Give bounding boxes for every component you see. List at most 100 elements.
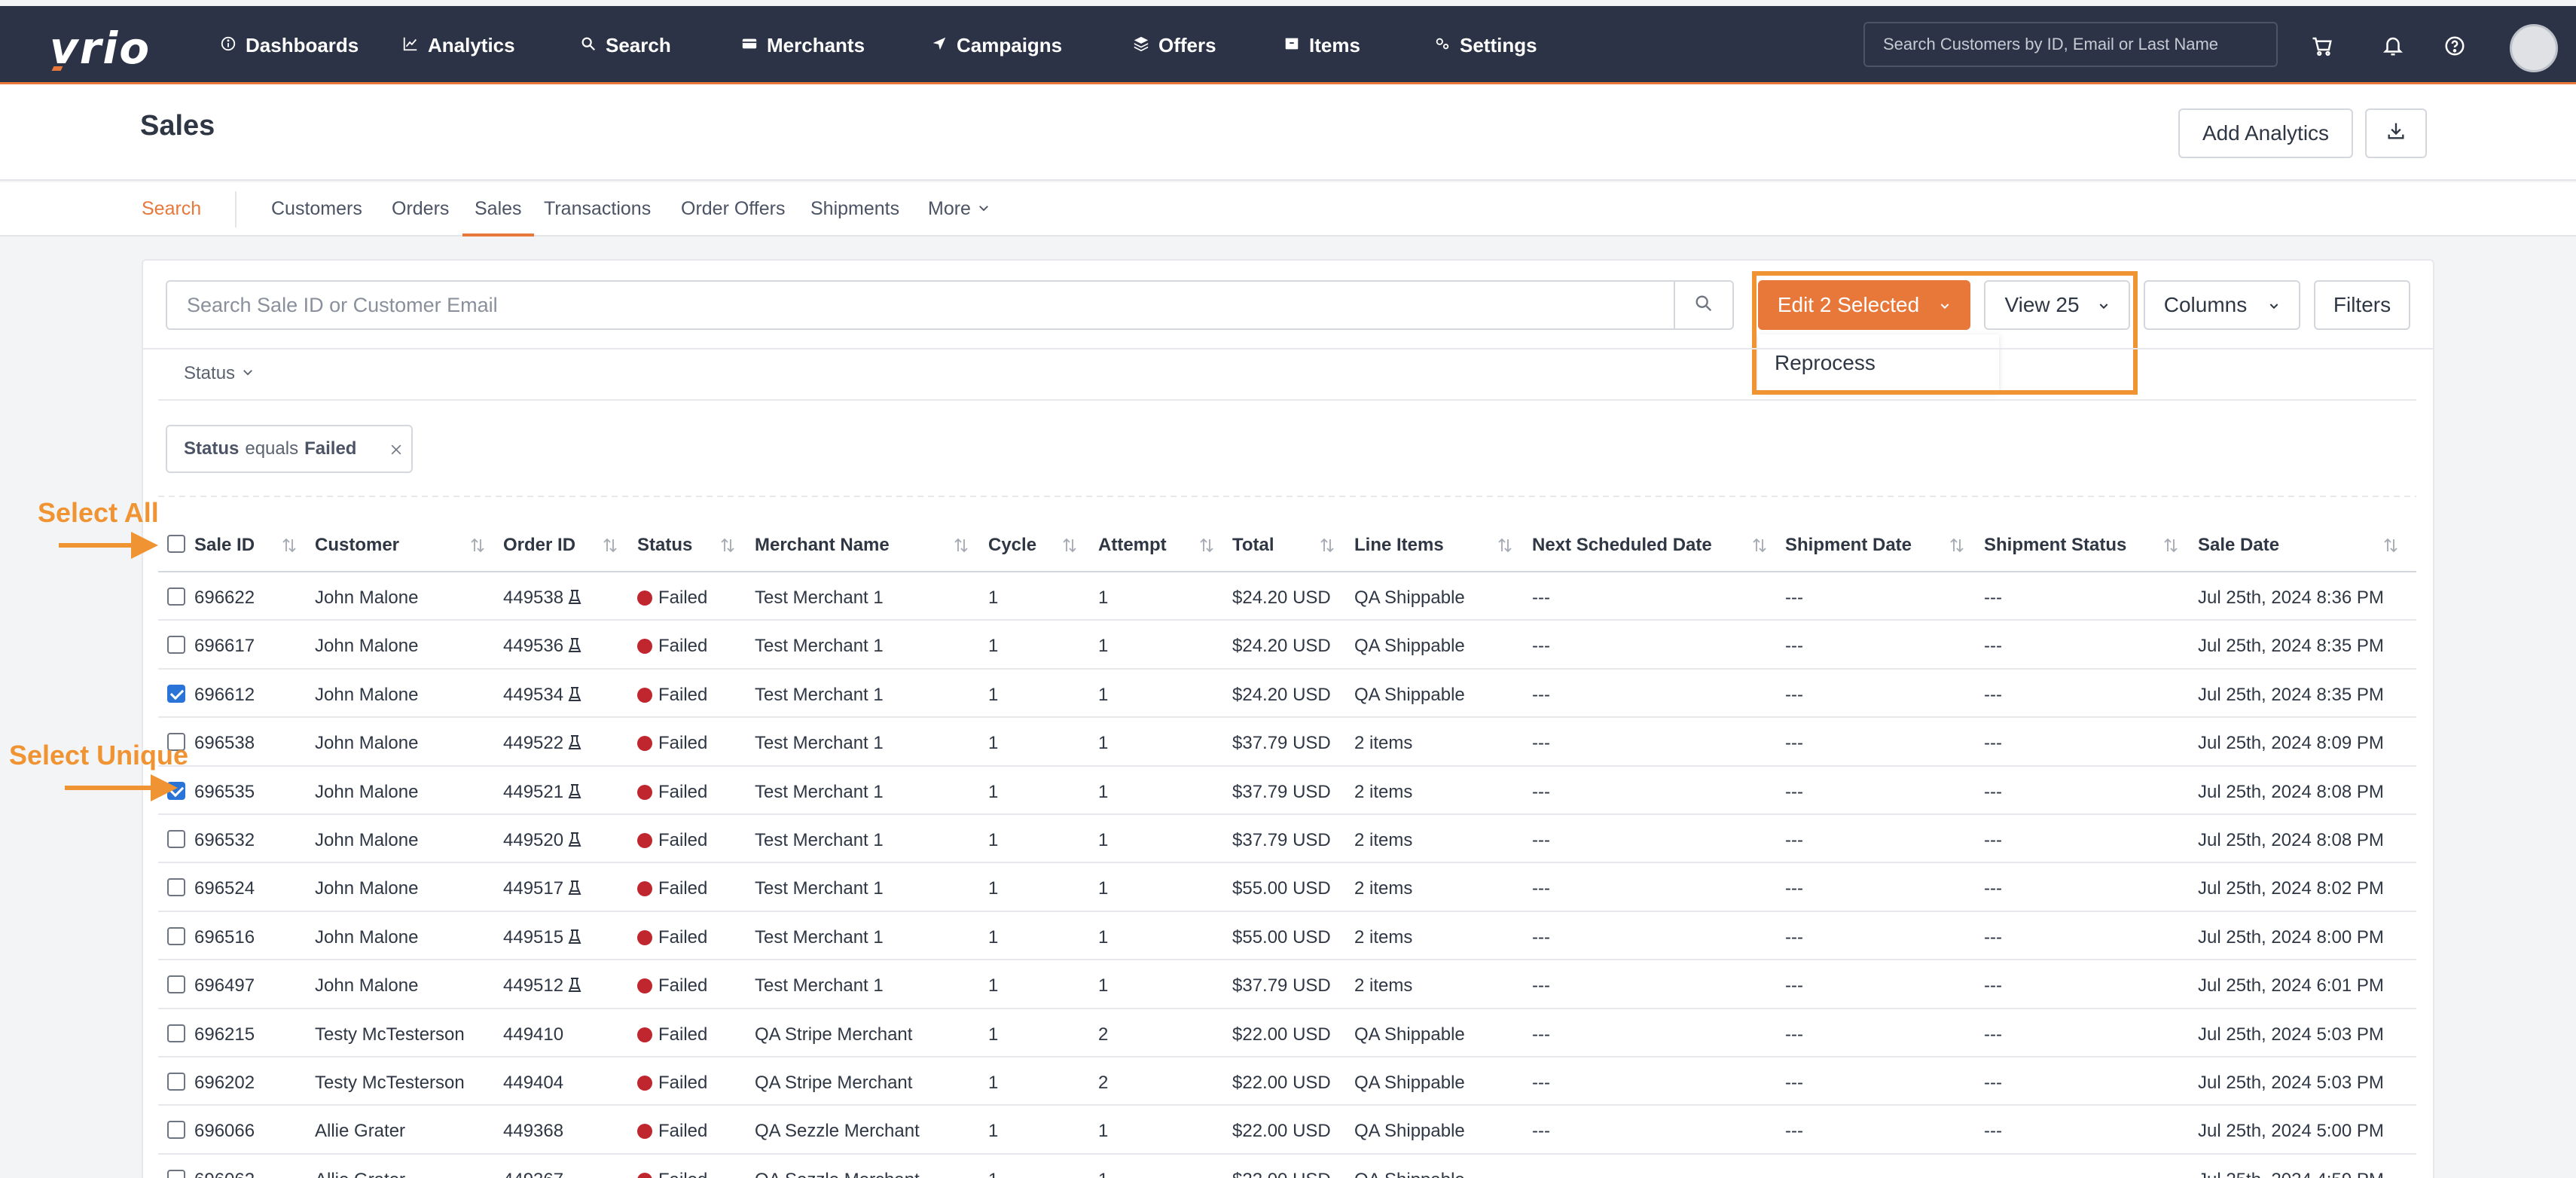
- order-id-text[interactable]: 449512: [503, 975, 563, 996]
- cell-customer[interactable]: John Malone: [315, 733, 418, 754]
- sort-icon[interactable]: [2383, 537, 2398, 554]
- row-checkbox[interactable]: [167, 1073, 185, 1091]
- cell-order-id[interactable]: 449522: [503, 733, 581, 756]
- cell-sale-id[interactable]: 696532: [194, 830, 255, 851]
- column-header-next[interactable]: Next Scheduled Date: [1532, 535, 1712, 556]
- cell-sale-id[interactable]: 696066: [194, 1121, 255, 1142]
- order-id-text[interactable]: 449538: [503, 587, 563, 608]
- cell-customer[interactable]: Allie Grater: [315, 1170, 405, 1178]
- sort-icon[interactable]: [2163, 537, 2178, 554]
- subnav-orders[interactable]: Orders: [392, 182, 449, 235]
- sort-icon[interactable]: [1320, 537, 1335, 554]
- cell-order-id[interactable]: 449512: [503, 975, 581, 999]
- row-checkbox[interactable]: [167, 684, 185, 703]
- cell-order-id[interactable]: 449404: [503, 1073, 563, 1094]
- column-header-customer[interactable]: Customer: [315, 535, 399, 556]
- cell-customer[interactable]: John Malone: [315, 975, 418, 996]
- nav-search[interactable]: Search: [580, 6, 671, 84]
- cell-sale-id[interactable]: 696062: [194, 1170, 255, 1178]
- subnav-sales[interactable]: Sales: [462, 182, 533, 237]
- edit-selected-button[interactable]: Edit 2 Selected: [1758, 280, 1970, 330]
- bell-icon[interactable]: [2380, 33, 2406, 59]
- sort-icon[interactable]: [1199, 537, 1214, 554]
- row-checkbox[interactable]: [167, 1024, 185, 1042]
- cell-sale-id[interactable]: 696516: [194, 927, 255, 948]
- cell-sale-id[interactable]: 696535: [194, 782, 255, 803]
- nav-dashboards[interactable]: Dashboards: [220, 6, 359, 84]
- help-icon[interactable]: [2442, 33, 2468, 59]
- cell-order-id[interactable]: 449515: [503, 927, 581, 951]
- column-header-merchant[interactable]: Merchant Name: [755, 535, 890, 556]
- cell-sale-id[interactable]: 696622: [194, 587, 255, 609]
- row-checkbox[interactable]: [167, 975, 185, 994]
- cell-order-id[interactable]: 449410: [503, 1024, 563, 1045]
- cell-customer[interactable]: John Malone: [315, 685, 418, 706]
- order-id-text[interactable]: 449522: [503, 733, 563, 753]
- cell-order-id[interactable]: 449520: [503, 830, 581, 853]
- cell-order-id[interactable]: 449536: [503, 636, 581, 659]
- subnav-shipments[interactable]: Shipments: [810, 182, 899, 235]
- sort-icon[interactable]: [1949, 537, 1964, 554]
- cell-customer[interactable]: John Malone: [315, 878, 418, 899]
- nav-offers[interactable]: Offers: [1133, 6, 1216, 84]
- column-header-sale-date[interactable]: Sale Date: [2198, 535, 2279, 556]
- cell-sale-id[interactable]: 696215: [194, 1024, 255, 1045]
- nav-merchants[interactable]: Merchants: [741, 6, 865, 84]
- cell-customer[interactable]: Testy McTesterson: [315, 1024, 465, 1045]
- cell-order-id[interactable]: 449368: [503, 1121, 563, 1142]
- cell-sale-id[interactable]: 696538: [194, 733, 255, 754]
- cell-sale-id[interactable]: 696202: [194, 1073, 255, 1094]
- column-header-order-id[interactable]: Order ID: [503, 535, 575, 556]
- sort-icon[interactable]: [1062, 537, 1077, 554]
- order-id-text[interactable]: 449521: [503, 782, 563, 802]
- nav-analytics[interactable]: Analytics: [402, 6, 515, 84]
- column-header-sale-id[interactable]: Sale ID: [194, 535, 255, 556]
- order-id-text[interactable]: 449517: [503, 878, 563, 899]
- sort-icon[interactable]: [720, 537, 735, 554]
- cell-order-id[interactable]: 449534: [503, 685, 581, 708]
- column-header-ship-date[interactable]: Shipment Date: [1785, 535, 1912, 556]
- cell-sale-id[interactable]: 696497: [194, 975, 255, 996]
- row-checkbox[interactable]: [167, 926, 185, 945]
- row-checkbox[interactable]: [167, 587, 185, 606]
- row-checkbox[interactable]: [167, 878, 185, 897]
- sort-icon[interactable]: [603, 537, 618, 554]
- sort-icon[interactable]: [282, 537, 297, 554]
- row-checkbox[interactable]: [167, 1121, 185, 1140]
- sort-icon[interactable]: [1752, 537, 1767, 554]
- subnav-order-offers[interactable]: Order Offers: [681, 182, 785, 235]
- subnav-more[interactable]: More: [928, 182, 990, 235]
- order-id-text[interactable]: 449515: [503, 927, 563, 948]
- cart-icon[interactable]: [2309, 33, 2335, 59]
- subnav-search[interactable]: Search: [142, 182, 201, 235]
- status-filter-toggle[interactable]: Status: [184, 363, 255, 384]
- cell-order-id[interactable]: 449521: [503, 782, 581, 805]
- cell-customer[interactable]: John Malone: [315, 830, 418, 851]
- sort-icon[interactable]: [954, 537, 969, 554]
- order-id-text[interactable]: 449520: [503, 830, 563, 850]
- column-header-ship-status[interactable]: Shipment Status: [1984, 535, 2126, 556]
- column-header-total[interactable]: Total: [1232, 535, 1274, 556]
- order-id-text[interactable]: 449410: [503, 1024, 563, 1045]
- cell-customer[interactable]: Testy McTesterson: [315, 1073, 465, 1094]
- cell-customer[interactable]: Allie Grater: [315, 1121, 405, 1142]
- column-header-cycle[interactable]: Cycle: [988, 535, 1036, 556]
- subnav-customers[interactable]: Customers: [271, 182, 362, 235]
- column-header-attempt[interactable]: Attempt: [1098, 535, 1167, 556]
- close-icon[interactable]: [389, 441, 404, 462]
- select-all-checkbox[interactable]: [167, 535, 185, 553]
- nav-campaigns[interactable]: Campaigns: [931, 6, 1062, 84]
- row-checkbox[interactable]: [167, 636, 185, 655]
- order-id-text[interactable]: 449534: [503, 685, 563, 705]
- order-id-text[interactable]: 449536: [503, 636, 563, 656]
- sort-icon[interactable]: [470, 537, 485, 554]
- subnav-transactions[interactable]: Transactions: [544, 182, 651, 235]
- order-id-text[interactable]: 449368: [503, 1121, 563, 1141]
- nav-items[interactable]: Items: [1283, 6, 1360, 84]
- cell-order-id[interactable]: 449517: [503, 878, 581, 902]
- add-analytics-button[interactable]: Add Analytics: [2178, 108, 2353, 158]
- cell-sale-id[interactable]: 696612: [194, 685, 255, 706]
- row-checkbox[interactable]: [167, 1169, 185, 1178]
- cell-order-id[interactable]: 449367: [503, 1170, 563, 1178]
- cell-customer[interactable]: John Malone: [315, 587, 418, 609]
